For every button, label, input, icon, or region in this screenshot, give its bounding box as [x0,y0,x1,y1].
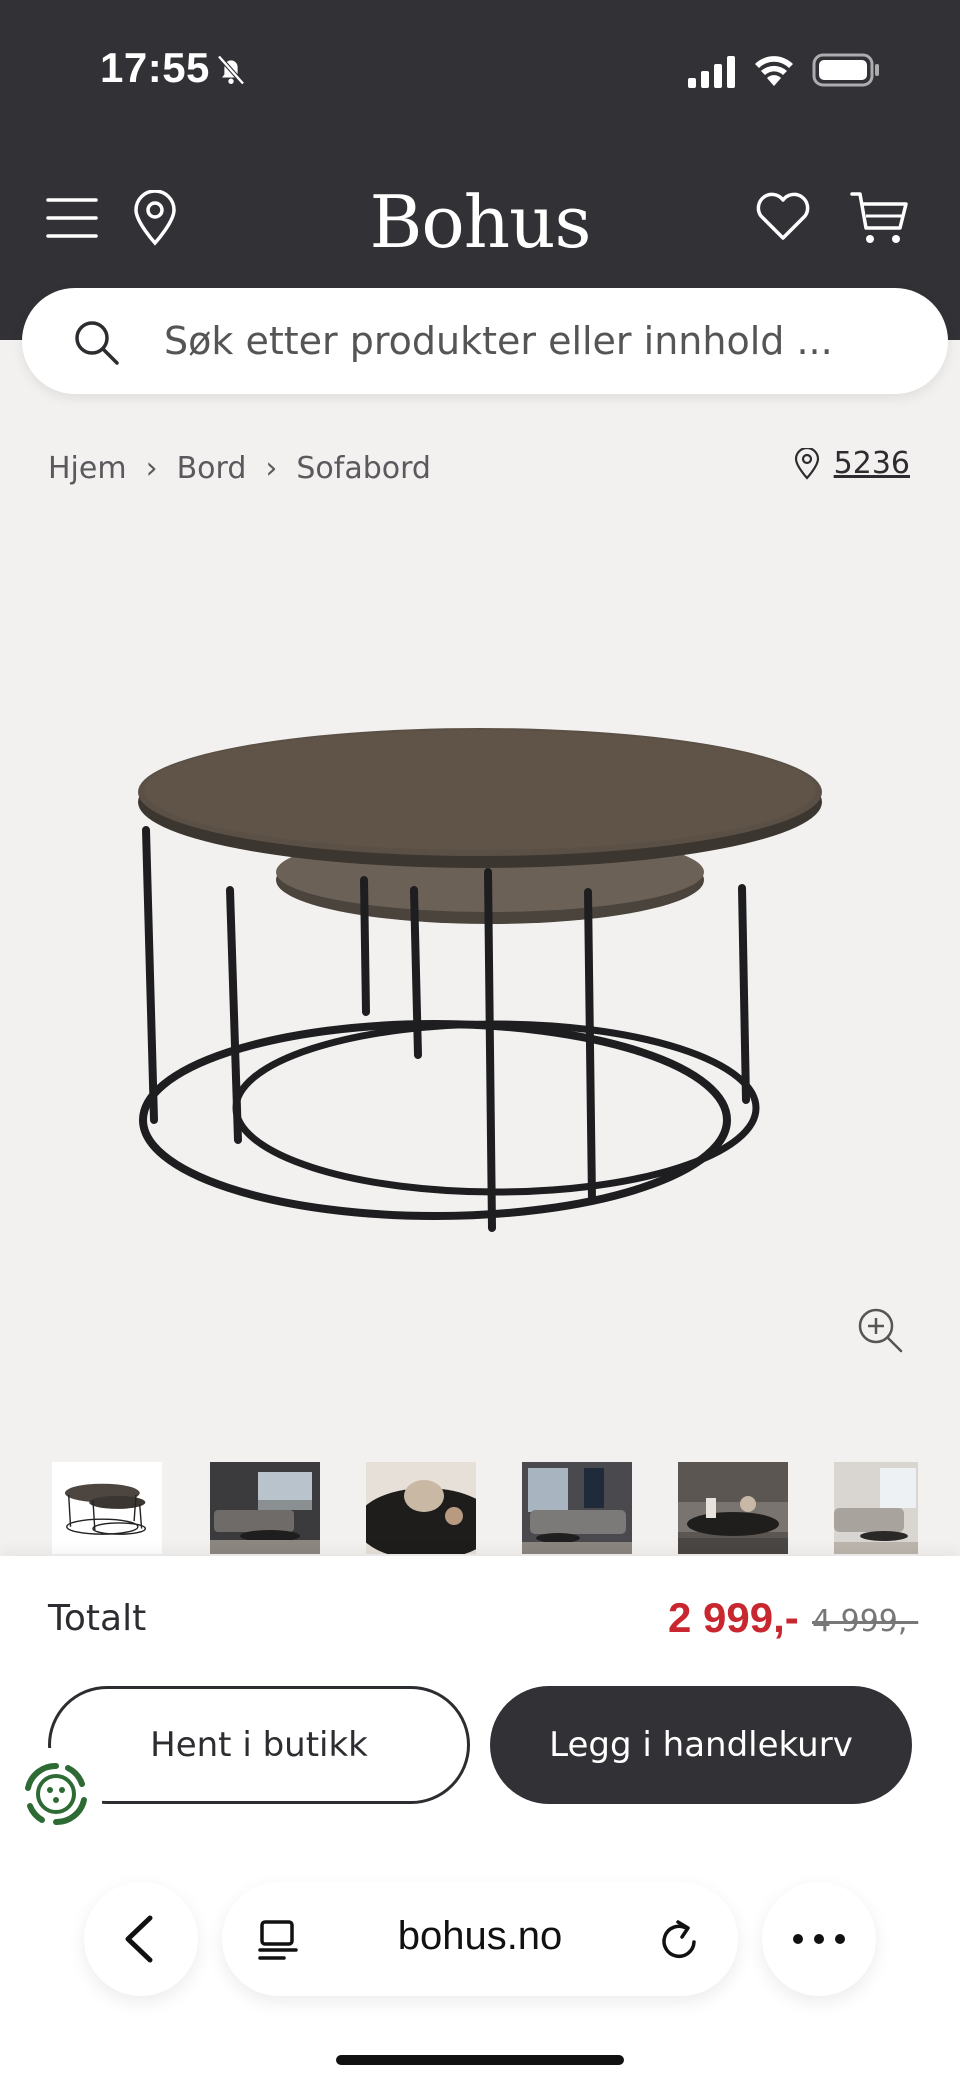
eco-badge[interactable] [10,1748,102,1840]
breadcrumb: Hjem › Bord › Sofabord [48,446,431,490]
zoom-in-icon[interactable] [856,1306,904,1354]
location-pin-icon[interactable] [132,190,178,246]
cart-icon[interactable] [850,190,910,246]
thumbnail-6[interactable] [834,1462,918,1554]
current-price: 2 999,- [668,1594,799,1641]
breadcrumb-separator: › [265,450,278,486]
menu-icon[interactable] [46,196,98,240]
thumbnail-1[interactable] [52,1462,162,1554]
browser-more-button[interactable] [762,1882,876,1996]
breadcrumb-bord[interactable]: Bord [177,451,247,486]
silent-bell-icon [217,55,245,85]
search-input[interactable] [164,306,904,376]
thumbnail-5[interactable] [678,1462,788,1554]
reload-icon[interactable] [658,1918,700,1962]
search-icon [75,321,119,365]
home-indicator [336,2055,624,2065]
breadcrumb-sofabord[interactable]: Sofabord [296,451,431,486]
search-bar[interactable] [22,288,948,394]
product-image-coffee-table[interactable] [110,700,850,1260]
recycle-icon [25,1762,87,1826]
browser-back-button[interactable] [84,1882,198,1996]
total-label: Totalt [48,1598,147,1639]
brand-logo[interactable]: Bohus [330,180,630,264]
status-time: 17:55 [100,44,210,91]
thumbnail-2[interactable] [210,1462,320,1554]
store-number[interactable]: 5236 [834,446,910,481]
breadcrumb-separator: › [145,450,158,486]
pickup-in-store-button[interactable]: Hent i butikk [48,1686,470,1804]
wifi-icon [755,56,793,86]
thumbnail-3[interactable] [366,1462,476,1554]
store-selector[interactable]: 5236 [794,446,910,481]
browser-address-bar[interactable]: bohus.no [222,1882,738,1996]
cellular-signal-icon [688,56,735,88]
location-pin-icon [794,447,819,480]
battery-icon [812,53,879,87]
add-to-cart-button[interactable]: Legg i handlekurv [490,1686,912,1804]
chevron-left-icon [125,1915,153,1963]
heart-icon[interactable] [755,190,811,242]
more-dots-icon [793,1934,845,1944]
thumbnail-4[interactable] [522,1462,632,1554]
breadcrumb-home[interactable]: Hjem [48,451,127,486]
original-price: 4 999,- [812,1604,919,1639]
